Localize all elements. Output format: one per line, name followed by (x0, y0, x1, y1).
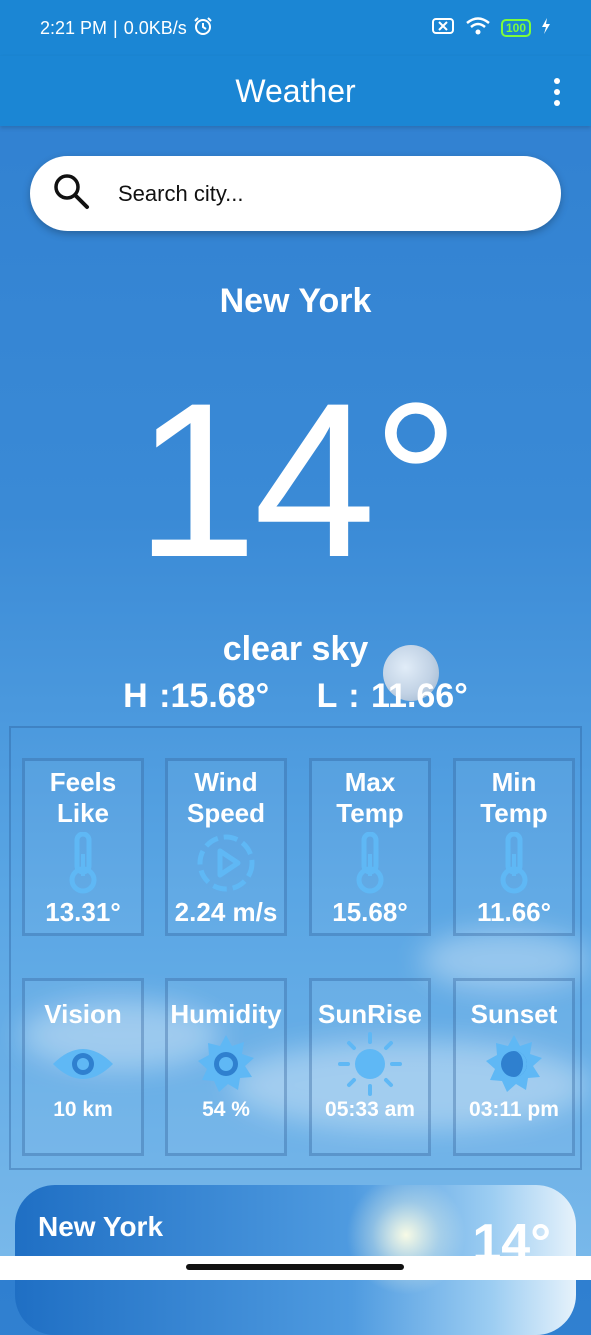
menu-dot (554, 99, 560, 106)
detail-value: 13.31° (45, 897, 121, 927)
wifi-icon (465, 16, 491, 41)
low-temperature: L : 11.66° (316, 677, 468, 715)
home-gesture-handle[interactable] (186, 1264, 404, 1270)
detail-label: Wind Speed (186, 767, 266, 828)
search-icon[interactable] (52, 172, 90, 215)
detail-value: 03:11 pm (469, 1098, 559, 1121)
charging-icon (541, 17, 551, 39)
detail-card-max-temp: Max Temp 15.68° (309, 758, 431, 936)
status-right: 100 (431, 16, 551, 41)
search-input[interactable] (116, 179, 540, 208)
wind-speed-icon (168, 829, 284, 897)
status-network-speed: 0.0KB/s (123, 17, 187, 38)
detail-card-wind-speed: Wind Speed 2.24 m/s (165, 758, 287, 936)
detail-card-min-temp: Min Temp 11.66° (453, 758, 575, 936)
navigation-bar (0, 1256, 591, 1280)
status-time: 2:21 PM (40, 17, 108, 38)
thermometer-icon (456, 829, 572, 897)
app-title: Weather (235, 72, 356, 109)
alarm-icon (193, 16, 213, 41)
sunset-icon (456, 1030, 572, 1098)
high-low-temperature: H :15.68° L : 11.66° (0, 677, 591, 716)
detail-value: 54 % (202, 1098, 250, 1121)
menu-dot (554, 78, 560, 85)
app-bar: Weather (0, 56, 591, 126)
detail-label: Vision (44, 999, 122, 1029)
status-left: 2:21 PM | 0.0KB/s (40, 16, 213, 41)
more-options-button[interactable] (547, 76, 567, 108)
detail-label: Min Temp (480, 767, 548, 828)
detail-value: 2.24 m/s (174, 897, 278, 927)
detail-card-feels-like: Feels Like 13.31° (22, 758, 144, 936)
detail-label: Max Temp (336, 767, 404, 828)
detail-label: Feels Like (49, 767, 117, 828)
status-bar: 2:21 PM | 0.0KB/s 100 (0, 0, 591, 56)
detail-card-vision: Vision 10 km (22, 978, 144, 1156)
detail-label: Humidity (170, 999, 282, 1029)
weather-description: clear sky (222, 630, 369, 668)
sunrise-icon (312, 1030, 428, 1098)
high-temperature: H :15.68° (123, 677, 270, 715)
detail-value: 11.66° (476, 897, 552, 927)
humidity-sun-icon (168, 1030, 284, 1098)
detail-label: Sunset (470, 999, 558, 1029)
search-bar[interactable] (30, 156, 561, 231)
menu-dot (554, 88, 560, 95)
detail-value: 10 km (53, 1098, 113, 1121)
detail-card-sunrise: SunRise 05:33 am (309, 978, 431, 1156)
detail-value: 05:33 am (325, 1098, 415, 1121)
eye-icon (25, 1030, 141, 1098)
detail-label: SunRise (317, 999, 423, 1029)
saved-city-name: New York (38, 1211, 164, 1242)
current-temperature: 14° (135, 357, 460, 603)
battery-icon: 100 (500, 19, 531, 37)
detail-card-sunset: Sunset 03:11 pm (453, 978, 575, 1156)
detail-card-humidity: Humidity 54 % (165, 978, 287, 1156)
status-separator: | (113, 17, 118, 38)
sim-icon (431, 17, 455, 40)
thermometer-icon (25, 829, 141, 897)
detail-value: 15.68° (332, 897, 408, 927)
thermometer-icon (312, 829, 428, 897)
city-name: New York (219, 282, 372, 320)
